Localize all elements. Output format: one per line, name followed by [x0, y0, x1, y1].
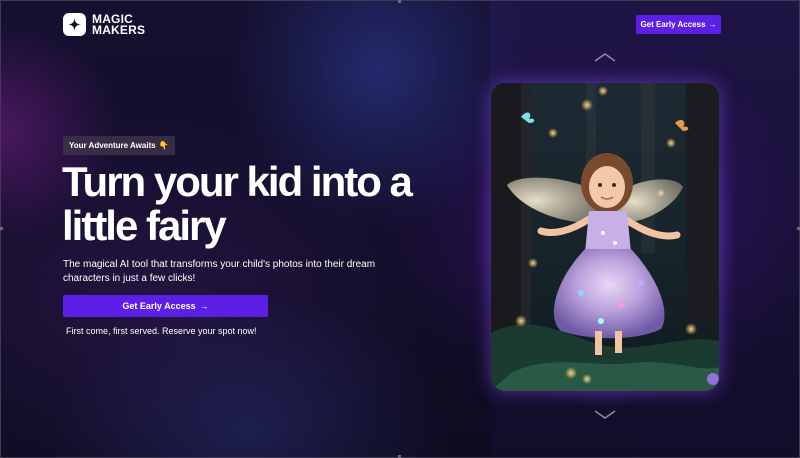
reserve-note: First come, first served. Reserve your s… — [66, 326, 257, 336]
sparkle-icon — [63, 13, 86, 36]
adventure-badge: Your Adventure Awaits 👇 — [63, 136, 175, 155]
badge-label: Your Adventure Awaits — [69, 141, 156, 150]
arrow-right-icon: → — [708, 20, 717, 29]
arrow-right-icon: → — [199, 301, 209, 311]
hero-cta-label: Get Early Access — [122, 301, 196, 311]
logo-line-2: MAKERS — [92, 22, 146, 37]
hero-get-early-access-button[interactable]: Get Early Access → — [63, 295, 268, 317]
chevron-up-icon[interactable] — [593, 52, 617, 62]
logo-wordmark: MAGIC MAKERS — [92, 13, 146, 37]
resize-handle-left — [0, 227, 3, 230]
header-cta-label: Get Early Access — [640, 20, 706, 29]
header-get-early-access-button[interactable]: Get Early Access → — [636, 15, 721, 34]
hero-title: Turn your kid into a little fairy — [62, 158, 413, 249]
hero-description: The magical AI tool that transforms your… — [63, 259, 376, 284]
resize-handle-top — [398, 0, 401, 3]
logo[interactable]: MAGIC MAKERS — [63, 13, 145, 36]
pointing-down-icon: 👇 — [158, 141, 169, 150]
landing-page: MAGIC MAKERS Get Early Access → Your Adv… — [0, 0, 800, 458]
chevron-down-icon[interactable] — [593, 410, 617, 420]
fairy-girl-image — [491, 83, 719, 391]
